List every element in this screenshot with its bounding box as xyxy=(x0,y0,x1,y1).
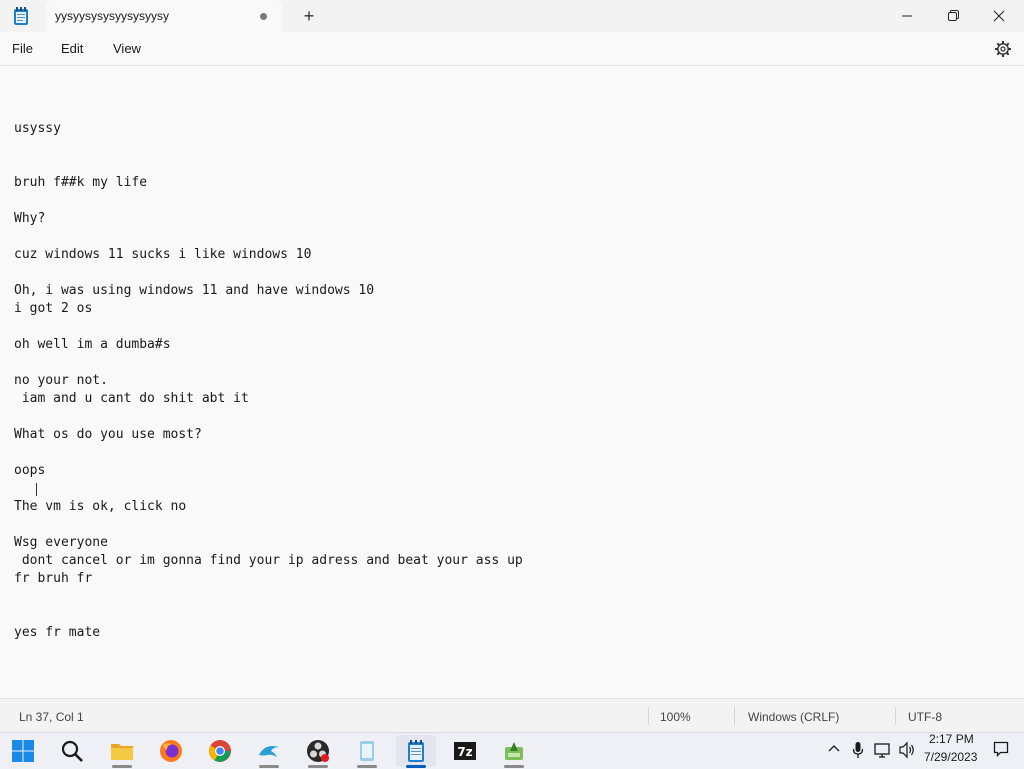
obs-icon xyxy=(307,740,329,762)
chevron-up-icon[interactable] xyxy=(828,741,840,755)
app-green-icon xyxy=(505,742,523,760)
status-bar: Ln 37, Col 1 100% Windows (CRLF) UTF-8 xyxy=(0,698,1024,733)
notification-icon[interactable] xyxy=(993,741,1009,757)
editor-line: fr bruh fr xyxy=(14,571,93,586)
gear-icon xyxy=(995,41,1011,57)
status-divider xyxy=(734,707,735,725)
editor-line: What os do you use most? xyxy=(14,427,202,442)
restore-button[interactable] xyxy=(930,0,976,32)
network-icon[interactable] xyxy=(874,741,892,759)
close-button[interactable] xyxy=(976,0,1022,32)
taskbar: 7z 2:17 PM 7/29/2023 xyxy=(0,732,1024,769)
restore-icon xyxy=(948,10,959,21)
windows-start-icon xyxy=(12,740,34,762)
taskbar-green-app[interactable] xyxy=(494,735,534,768)
taskbar-firefox[interactable] xyxy=(151,735,191,767)
title-bar: yysyysysysyysysyysy + xyxy=(0,0,1024,32)
editor-line: bruh f##k my life xyxy=(14,175,148,190)
firefox-icon xyxy=(160,740,182,762)
encoding: UTF-8 xyxy=(908,710,942,724)
taskbar-file-explorer[interactable] xyxy=(102,735,142,768)
dolphin-icon xyxy=(259,746,279,757)
text-cursor xyxy=(36,483,37,496)
taskbar-dolphin[interactable] xyxy=(249,735,289,768)
taskbar-7zip[interactable]: 7z xyxy=(445,735,485,767)
status-divider xyxy=(895,707,896,725)
minimize-button[interactable] xyxy=(884,0,930,32)
editor-line: i got 2 os xyxy=(14,301,93,316)
chrome-icon xyxy=(209,740,231,762)
editor-line: iam and u cant do shit abt it xyxy=(14,391,249,406)
line-ending: Windows (CRLF) xyxy=(748,710,840,724)
menu-bar: File Edit View xyxy=(0,32,1024,66)
unsaved-indicator-icon[interactable] xyxy=(260,13,267,20)
notepad-alt-icon xyxy=(360,741,374,761)
clock-date[interactable]: 7/29/2023 xyxy=(924,750,977,764)
editor-line: oh well im a dumba#s xyxy=(14,337,171,352)
menu-file[interactable]: File xyxy=(12,41,33,56)
editor-line: usyssy xyxy=(14,121,61,136)
start-button[interactable] xyxy=(3,735,43,767)
editor-line: The vm is ok, click no xyxy=(14,499,187,514)
notepad-app-icon xyxy=(13,7,29,26)
taskbar-obs[interactable] xyxy=(298,735,338,768)
menu-edit[interactable]: Edit xyxy=(61,41,83,56)
minimize-icon xyxy=(902,15,912,17)
notepad-icon xyxy=(408,740,424,762)
editor-line: yes fr mate xyxy=(14,625,101,640)
editor-line: no your not. xyxy=(14,373,108,388)
status-divider xyxy=(648,707,649,725)
taskbar-notepad[interactable] xyxy=(396,735,436,768)
tab-title: yysyysysysyysysyysy xyxy=(55,9,169,23)
text-editor[interactable]: usyssy bruh f##k my life Why? cuz window… xyxy=(0,66,1024,697)
editor-line: Oh, i was using windows 11 and have wind… xyxy=(14,283,375,298)
cursor-position: Ln 37, Col 1 xyxy=(19,710,84,724)
search-icon xyxy=(61,740,83,762)
editor-line: oops xyxy=(14,463,46,478)
editor-line: Wsg everyone xyxy=(14,535,108,550)
editor-line: cuz windows 11 sucks i like windows 10 xyxy=(14,247,312,262)
7zip-icon: 7z xyxy=(454,742,476,760)
document-tab[interactable]: yysyysysysyysysyysy xyxy=(46,0,282,32)
editor-line: dont cancel or im gonna find your ip adr… xyxy=(14,553,523,568)
svg-text:7z: 7z xyxy=(457,745,472,759)
taskbar-notepad-alt[interactable] xyxy=(347,735,387,768)
menu-view[interactable]: View xyxy=(113,41,141,56)
close-icon xyxy=(993,10,1005,22)
taskbar-chrome[interactable] xyxy=(200,735,240,767)
settings-button[interactable] xyxy=(994,40,1012,58)
editor-line: Why? xyxy=(14,211,46,226)
search-button[interactable] xyxy=(52,735,92,767)
file-explorer-icon xyxy=(111,744,133,760)
clock-time[interactable]: 2:17 PM xyxy=(929,732,974,746)
volume-icon[interactable] xyxy=(898,741,916,759)
zoom-level: 100% xyxy=(660,710,691,724)
new-tab-button[interactable]: + xyxy=(300,6,318,26)
microphone-icon[interactable] xyxy=(852,741,864,759)
